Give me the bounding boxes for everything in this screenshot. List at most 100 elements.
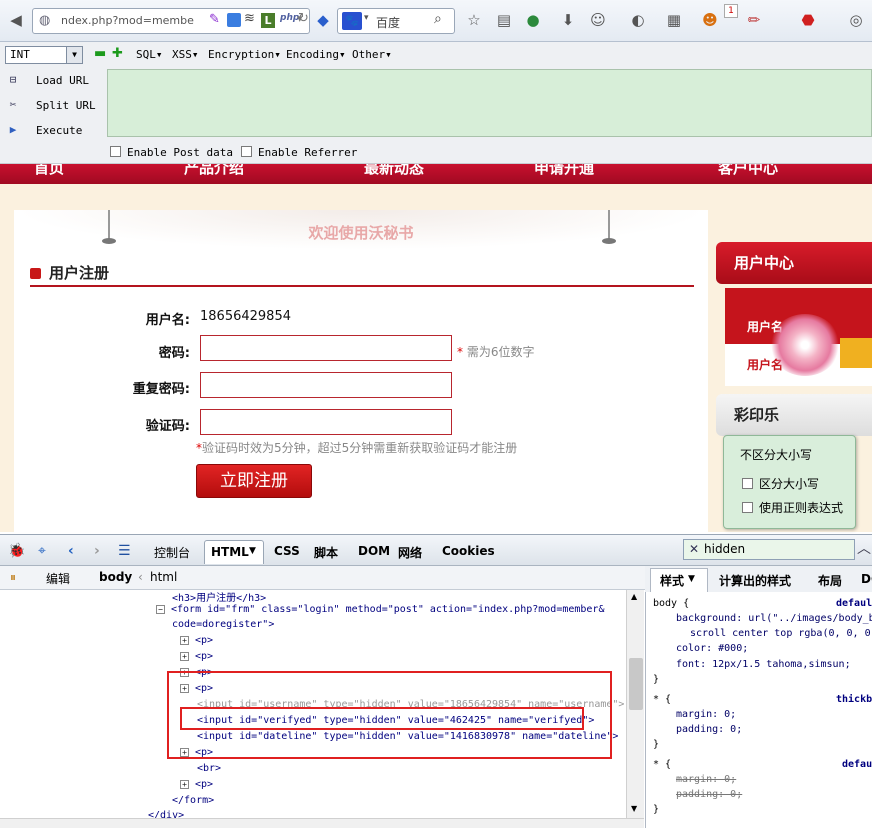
- tab-css[interactable]: CSS: [274, 544, 300, 558]
- expand-icon[interactable]: +: [180, 780, 189, 789]
- fox-icon[interactable]: ☻: [700, 10, 720, 30]
- hackbar-url-textarea[interactable]: [107, 69, 872, 137]
- css-selector-star[interactable]: * {: [653, 694, 671, 705]
- repeat-password-input[interactable]: [200, 372, 452, 398]
- tab-dom[interactable]: DOM: [358, 544, 390, 558]
- case-sensitive-option[interactable]: 区分大小写: [742, 475, 819, 492]
- adblock-icon[interactable]: ⬣: [798, 10, 818, 30]
- plugin-icon[interactable]: ◆: [313, 10, 333, 30]
- tab-style[interactable]: 样式: [660, 572, 684, 589]
- regex-option[interactable]: 使用正则表达式: [742, 499, 843, 516]
- feather-icon[interactable]: ✎: [209, 12, 220, 27]
- tab-layout[interactable]: 布局: [818, 572, 842, 589]
- tree-node-p[interactable]: + <p>: [180, 779, 213, 790]
- menu-encoding[interactable]: Encoding▾: [286, 48, 346, 61]
- command-line-icon[interactable]: ☰: [118, 543, 131, 559]
- enable-referrer-checkbox[interactable]: Enable Referrer: [241, 146, 357, 159]
- menu-icon[interactable]: ◎: [846, 10, 866, 30]
- css-prop-padding[interactable]: padding: 0;: [676, 724, 742, 735]
- nav-customer-center[interactable]: 客户中心: [718, 164, 778, 178]
- download-icon[interactable]: ⬇: [558, 10, 578, 30]
- tree-node-p[interactable]: + <p>: [180, 635, 213, 646]
- css-prop-color[interactable]: color: #000;: [676, 643, 748, 654]
- css-source-link[interactable]: thickbo: [836, 694, 872, 705]
- star-icon[interactable]: ☆: [464, 10, 484, 30]
- tab-net[interactable]: 网络: [398, 544, 422, 561]
- bookmark-icon[interactable]: [227, 13, 241, 27]
- css-prop-font[interactable]: font: 12px/1.5 tahoma,simsun;: [676, 659, 851, 670]
- engine-dropdown-icon[interactable]: ▾: [364, 13, 369, 23]
- register-button[interactable]: 立即注册: [196, 464, 312, 498]
- css-prop-padding-overridden[interactable]: padding: 0;: [676, 789, 742, 800]
- css-prop-margin[interactable]: margin: 0;: [676, 709, 736, 720]
- tree-hscrollbar[interactable]: [0, 818, 644, 828]
- menu-other[interactable]: Other▾: [352, 48, 392, 61]
- tree-node-h3[interactable]: <h3>用户注册</h3>: [172, 590, 266, 604]
- collapse-icon[interactable]: −: [156, 605, 165, 614]
- notification-badge[interactable]: 1: [724, 4, 738, 18]
- tab-script[interactable]: 脚本: [314, 544, 338, 561]
- css-selector-body[interactable]: body {: [653, 598, 689, 609]
- css-prop-margin-overridden[interactable]: margin: 0;: [676, 774, 736, 785]
- search-bar[interactable]: 🐾 ▾ 百度 ⌕: [337, 8, 455, 34]
- captcha-input[interactable]: [200, 409, 452, 435]
- scroll-up-icon[interactable]: ▲: [631, 592, 637, 601]
- hackbar-type-select[interactable]: INT ▼: [5, 46, 83, 64]
- shield-icon[interactable]: ●: [523, 10, 543, 30]
- menu-sql[interactable]: SQL▾: [136, 48, 163, 61]
- firebug-icon[interactable]: 🐞: [8, 543, 25, 559]
- wifi-icon[interactable]: ≋: [244, 11, 255, 26]
- tab-console[interactable]: 控制台: [154, 544, 190, 561]
- nav-products[interactable]: 产品介绍: [184, 164, 244, 178]
- tab-html[interactable]: HTML ▼: [204, 540, 264, 564]
- scroll-thumb[interactable]: [629, 658, 643, 710]
- expand-icon[interactable]: +: [180, 652, 189, 661]
- tab-dom-side[interactable]: DO: [861, 572, 872, 586]
- css-prop-background[interactable]: background: url("../images/body_bg.j: [676, 613, 872, 624]
- scroll-down-icon[interactable]: ▼: [631, 804, 637, 813]
- nav-home[interactable]: 首页: [34, 164, 64, 178]
- css-source-link[interactable]: defaul: [842, 759, 872, 770]
- tree-node-form[interactable]: − <form id="frm" class="login" method="po…: [156, 604, 604, 615]
- reader-icon[interactable]: ▤: [494, 10, 514, 30]
- forward-arrow-icon[interactable]: ›: [94, 543, 100, 559]
- baidu-icon[interactable]: 🐾: [342, 12, 362, 30]
- css-source-link[interactable]: defaul: [836, 598, 872, 609]
- expand-icon[interactable]: +: [180, 636, 189, 645]
- plus-icon[interactable]: ✚: [112, 47, 123, 61]
- enable-post-checkbox[interactable]: Enable Post data: [110, 146, 233, 159]
- menu-xss[interactable]: XSS▾: [172, 48, 199, 61]
- reload-icon[interactable]: ↻: [298, 11, 309, 26]
- palette-icon[interactable]: ◐: [628, 10, 648, 30]
- pencil-icon[interactable]: ✏: [744, 10, 764, 30]
- execute-button[interactable]: ▶ Execute: [0, 119, 100, 143]
- pause-icon[interactable]: ⏸: [10, 570, 16, 585]
- split-url-button[interactable]: ✂ Split URL: [0, 94, 100, 118]
- breadcrumb-body[interactable]: body: [99, 570, 132, 584]
- minus-icon[interactable]: ▬: [94, 47, 106, 61]
- url-bar[interactable]: ◍ ndex.php?mod=membe ✎ ≋ L php ▾ ↻: [32, 8, 310, 34]
- load-url-button[interactable]: ⊟ Load URL: [0, 69, 100, 93]
- devtools-search-input[interactable]: ✕ hidden: [683, 539, 855, 560]
- css-selector-star[interactable]: * {: [653, 759, 671, 770]
- tab-computed[interactable]: 计算出的样式: [719, 572, 791, 589]
- back-icon[interactable]: ◀: [6, 10, 26, 30]
- inspect-icon[interactable]: ⌖: [38, 543, 46, 559]
- clear-icon[interactable]: ✕: [689, 542, 699, 556]
- l-icon[interactable]: L: [261, 13, 275, 28]
- edit-button[interactable]: 编辑: [46, 570, 70, 587]
- tab-cookies[interactable]: Cookies: [442, 544, 495, 558]
- menu-encryption[interactable]: Encryption▾: [208, 48, 281, 61]
- search-icon[interactable]: ⌕: [434, 11, 442, 27]
- password-input[interactable]: [200, 335, 452, 361]
- back-arrow-icon[interactable]: ‹: [68, 543, 74, 559]
- tree-node-br[interactable]: <br>: [197, 763, 221, 774]
- tree-scrollbar[interactable]: ▲ ▼: [626, 590, 644, 820]
- qr-icon[interactable]: ▦: [664, 10, 684, 30]
- nav-apply[interactable]: 申请开通: [534, 164, 594, 178]
- smiley-icon[interactable]: ☺: [588, 10, 608, 30]
- tree-node-p[interactable]: + <p>: [180, 651, 213, 662]
- breadcrumb-html[interactable]: html: [150, 570, 177, 584]
- collapse-icon[interactable]: ︿: [857, 541, 871, 557]
- nav-news[interactable]: 最新动态: [364, 164, 424, 178]
